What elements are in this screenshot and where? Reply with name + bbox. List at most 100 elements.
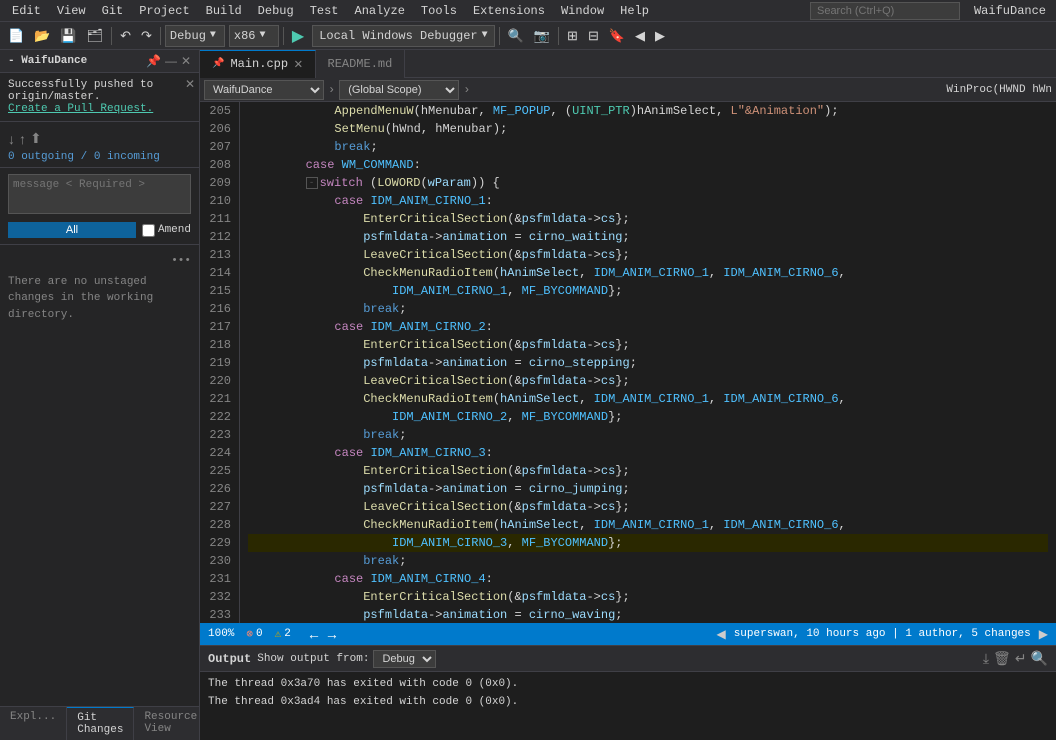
play-button[interactable]: ▶ bbox=[288, 26, 308, 46]
tab-main-cpp[interactable]: 📌 Main.cpp ✕ bbox=[200, 50, 316, 78]
toolbar-save-btn[interactable]: 💾 bbox=[56, 25, 80, 47]
output-clear-btn[interactable]: 🗑 bbox=[993, 650, 1011, 667]
amend-checkbox[interactable] bbox=[142, 224, 155, 237]
separator-2 bbox=[160, 27, 161, 45]
tab-resource-view[interactable]: Resource View bbox=[134, 707, 208, 740]
menu-analyze[interactable]: Analyze bbox=[347, 2, 413, 20]
menu-tools[interactable]: Tools bbox=[413, 2, 465, 20]
create-pr-link[interactable]: Create a Pull Request. bbox=[8, 103, 153, 115]
output-source-select[interactable]: Debug bbox=[373, 650, 436, 668]
screenshot-btn[interactable]: 📷 bbox=[530, 25, 554, 47]
no-changes-text: There are no unstaged changes in the wor… bbox=[8, 276, 153, 321]
toolbar-extra-btn3[interactable]: ◀ bbox=[631, 25, 649, 47]
menu-help[interactable]: Help bbox=[612, 2, 657, 20]
panel-pin-btn[interactable]: 📌 bbox=[146, 54, 161, 68]
menu-debug[interactable]: Debug bbox=[250, 2, 302, 20]
changes-menu-icon[interactable]: ••• bbox=[171, 253, 191, 270]
zoom-value: 100% bbox=[208, 628, 234, 640]
branch-down-btn[interactable]: ↓ bbox=[8, 131, 15, 147]
toolbar-extra-btn4[interactable]: ▶ bbox=[651, 25, 669, 47]
scope-right-label: WinProc(HWND hWn bbox=[946, 84, 1052, 96]
code-line-205: AppendMenuW(hMenubar, MF_POPUP, (UINT_PT… bbox=[248, 102, 1048, 120]
error-icon: ⊗ bbox=[246, 627, 253, 641]
menu-project[interactable]: Project bbox=[131, 2, 197, 20]
git-notification-text: Successfully pushed to origin/master. bbox=[8, 79, 153, 103]
branch-controls: ↓ ↑ ⬆ bbox=[8, 130, 191, 147]
branch-up-btn[interactable]: ↑ bbox=[19, 131, 26, 147]
menu-git[interactable]: Git bbox=[94, 2, 132, 20]
menu-build[interactable]: Build bbox=[198, 2, 250, 20]
h-scroll-left-btn[interactable]: ◀ bbox=[716, 627, 725, 641]
output-find-btn[interactable]: 🔍 bbox=[1031, 650, 1048, 667]
code-content[interactable]: AppendMenuW(hMenubar, MF_POPUP, (UINT_PT… bbox=[240, 102, 1056, 623]
h-scroll-right-btn[interactable]: ▶ bbox=[1039, 627, 1048, 641]
code-line-208: break; bbox=[248, 138, 1048, 156]
menu-test[interactable]: Test bbox=[302, 2, 347, 20]
bookmark-btn[interactable]: 🔖 bbox=[605, 25, 629, 47]
warning-count: ⚠ 2 bbox=[275, 627, 291, 641]
toolbar-new-btn[interactable]: 📄 bbox=[4, 25, 28, 47]
output-line: The thread 0x3ad4 has exited with code 0… bbox=[208, 694, 1048, 712]
notification-close-btn[interactable]: ✕ bbox=[185, 77, 195, 91]
panel-close-btn[interactable]: ✕ bbox=[181, 54, 191, 68]
incoming-outgoing-label[interactable]: 0 outgoing / 0 incoming bbox=[8, 151, 191, 163]
tab-main-cpp-pin-icon: 📌 bbox=[212, 58, 224, 70]
code-line-209: case WM_COMMAND: bbox=[248, 156, 1048, 174]
zoom-level: 100% bbox=[208, 628, 234, 640]
separator-1 bbox=[111, 27, 112, 45]
search-btn[interactable]: 🔍 bbox=[504, 25, 528, 47]
config-dropdown[interactable]: Debug ▼ bbox=[165, 25, 225, 47]
code-line-232: case IDM_ANIM_CIRNO_4: bbox=[248, 570, 1048, 588]
main-layout: - WaifuDance 📌 — ✕ Successfully pushed t… bbox=[0, 50, 1056, 740]
tab-readme[interactable]: README.md bbox=[316, 50, 406, 78]
commit-message-input[interactable] bbox=[8, 174, 191, 214]
menu-window[interactable]: Window bbox=[553, 2, 612, 20]
code-line-211: case IDM_ANIM_CIRNO_1: bbox=[248, 192, 1048, 210]
output-wrap-btn[interactable]: ↵ bbox=[1015, 650, 1027, 667]
toolbar-redo-btn[interactable]: ↷ bbox=[137, 25, 156, 47]
toolbar-undo-btn[interactable]: ↶ bbox=[116, 25, 135, 47]
nav-prev-btn[interactable]: ← bbox=[307, 626, 321, 642]
tab-explorer[interactable]: Expl... bbox=[0, 707, 67, 740]
menu-view[interactable]: View bbox=[49, 2, 94, 20]
config-arrow-icon: ▼ bbox=[210, 30, 216, 41]
debugger-dropdown[interactable]: Local Windows Debugger ▼ bbox=[312, 25, 494, 47]
menu-extensions[interactable]: Extensions bbox=[465, 2, 553, 20]
tab-git-changes[interactable]: Git Changes bbox=[67, 707, 134, 740]
panel-controls: 📌 — ✕ bbox=[146, 54, 191, 68]
code-line-223: IDM_ANIM_CIRNO_2, MF_BYCOMMAND}; bbox=[248, 408, 1048, 426]
warning-icon: ⚠ bbox=[275, 627, 282, 641]
code-line-227: psfmldata->animation = cirno_jumping; bbox=[248, 480, 1048, 498]
commit-all-btn[interactable]: All bbox=[8, 222, 136, 238]
toolbar-extra-btn1[interactable]: ⊞ bbox=[563, 25, 582, 47]
output-panel: Output Show output from: Debug ⤓ 🗑 ↵ 🔍 T… bbox=[200, 645, 1056, 740]
branch-push-btn[interactable]: ⬆ bbox=[30, 130, 42, 147]
search-input[interactable] bbox=[810, 2, 960, 20]
git-notification: Successfully pushed to origin/master. Cr… bbox=[0, 73, 199, 122]
platform-dropdown[interactable]: x86 ▼ bbox=[229, 25, 279, 47]
scope-middle-dropdown[interactable]: (Global Scope) bbox=[339, 80, 459, 100]
code-line-222: CheckMenuRadioItem(hAnimSelect, IDM_ANIM… bbox=[248, 390, 1048, 408]
code-line-231: break; bbox=[248, 552, 1048, 570]
toolbar-open-btn[interactable]: 📂 bbox=[30, 25, 54, 47]
amend-text: Amend bbox=[158, 224, 191, 236]
code-line-228: LeaveCriticalSection(&psfmldata->cs}; bbox=[248, 498, 1048, 516]
fold-indicator-210[interactable]: - bbox=[306, 177, 318, 189]
toolbar-save-all-btn[interactable]: 🗂 bbox=[83, 25, 108, 47]
tab-main-cpp-close-icon[interactable]: ✕ bbox=[294, 56, 302, 73]
toolbar-extra-btn2[interactable]: ⊟ bbox=[584, 25, 603, 47]
menu-edit[interactable]: Edit bbox=[4, 2, 49, 20]
nav-next-btn[interactable]: → bbox=[325, 626, 339, 642]
tab-readme-label: README.md bbox=[328, 57, 393, 71]
tab-main-cpp-label: Main.cpp bbox=[230, 57, 288, 71]
code-line-206: SetMenu(hWnd, hMenubar); bbox=[248, 120, 1048, 138]
code-line-212: EnterCriticalSection(&psfmldata->cs}; bbox=[248, 210, 1048, 228]
scope-left-dropdown[interactable]: WaifuDance bbox=[204, 80, 324, 100]
output-scroll-lock-btn[interactable]: ⤓ bbox=[983, 650, 989, 667]
code-line-230: IDM_ANIM_CIRNO_3, MF_BYCOMMAND}; bbox=[248, 534, 1048, 552]
brand-label: WaifuDance bbox=[968, 4, 1052, 18]
toolbar: 📄 📂 💾 🗂 ↶ ↷ Debug ▼ x86 ▼ ▶ Local Window… bbox=[0, 22, 1056, 50]
panel-minimize-btn[interactable]: — bbox=[165, 54, 177, 68]
left-panel-header: - WaifuDance 📌 — ✕ bbox=[0, 50, 199, 73]
no-changes-message: ••• There are no unstaged changes in the… bbox=[0, 245, 199, 331]
